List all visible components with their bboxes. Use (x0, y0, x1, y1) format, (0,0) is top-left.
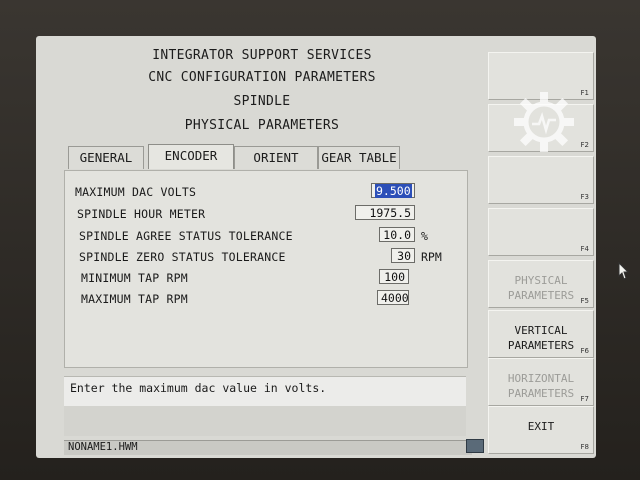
f5-number: F5 (580, 297, 589, 305)
f4-button[interactable]: F4 (488, 208, 594, 256)
tab-gear-table[interactable]: GEAR TABLE (318, 146, 400, 169)
f1-number: F1 (580, 89, 589, 97)
parameter-panel: MAXIMUM DAC VOLTS 9.500 SPINDLE HOUR MET… (64, 170, 468, 368)
message-bar: Enter the maximum dac value in volts. (64, 376, 466, 407)
tab-orient[interactable]: ORIENT (234, 146, 318, 169)
cursor-icon (618, 262, 630, 280)
f6-label: VERTICAL PARAMETERS (507, 324, 575, 352)
param-label-max-dac-volts: MAXIMUM DAC VOLTS (75, 185, 197, 199)
tab-general[interactable]: GENERAL (68, 146, 144, 169)
header-company: INTEGRATOR SUPPORT SERVICES (152, 48, 372, 63)
header-title: CNC CONFIGURATION PARAMETERS (148, 70, 376, 85)
f7-label: HORIZONTAL PARAMETERS (507, 372, 575, 400)
header-section: SPINDLE (233, 94, 291, 109)
f6-number: F6 (580, 347, 589, 355)
status-filename: NONAME1.HWM (68, 441, 138, 453)
physical-parameters-button[interactable]: PHYSICAL PARAMETERS F5 (488, 260, 594, 308)
cnc-screen: INTEGRATOR SUPPORT SERVICES CNC CONFIGUR… (36, 36, 630, 458)
f4-number: F4 (580, 245, 589, 253)
max-dac-volts-field[interactable]: 9.500 (371, 183, 415, 198)
tab-encoder[interactable]: ENCODER (148, 144, 234, 169)
f5-label: PHYSICAL PARAMETERS (507, 274, 575, 302)
help-message: Enter the maximum dac value in volts. (70, 381, 327, 395)
vertical-parameters-button[interactable]: VERTICAL PARAMETERS F6 (488, 310, 594, 358)
param-label-spindle-hour-meter: SPINDLE HOUR METER (77, 207, 206, 221)
agree-tolerance-unit: % (421, 229, 428, 243)
gear-icon (514, 92, 574, 152)
exit-button[interactable]: EXIT F8 (488, 406, 594, 454)
f7-number: F7 (580, 395, 589, 403)
max-dac-volts-value: 9.500 (375, 184, 412, 198)
param-label-max-tap-rpm: MAXIMUM TAP RPM (81, 292, 188, 306)
horizontal-parameters-button[interactable]: HORIZONTAL PARAMETERS F7 (488, 358, 594, 406)
agree-tolerance-field[interactable]: 10.0 (379, 227, 415, 242)
f8-label: EXIT (527, 420, 555, 433)
zero-tolerance-unit: RPM (421, 250, 442, 264)
param-label-min-tap-rpm: MINIMUM TAP RPM (81, 271, 188, 285)
f3-number: F3 (580, 193, 589, 201)
spindle-hour-meter-field[interactable]: 1975.5 (355, 205, 415, 220)
zero-tolerance-field[interactable]: 30 (391, 248, 415, 263)
param-label-agree-tolerance: SPINDLE AGREE STATUS TOLERANCE (79, 229, 293, 243)
message-area (64, 406, 466, 436)
status-bar: NONAME1.HWM (64, 440, 472, 455)
f3-button[interactable]: F3 (488, 156, 594, 204)
page-title: PHYSICAL PARAMETERS (184, 118, 340, 133)
f2-number: F2 (580, 141, 589, 149)
max-tap-rpm-field[interactable]: 4000 (377, 290, 409, 305)
keyboard-icon[interactable] (466, 439, 484, 453)
min-tap-rpm-field[interactable]: 100 (379, 269, 409, 284)
param-label-zero-tolerance: SPINDLE ZERO STATUS TOLERANCE (79, 250, 286, 264)
f8-number: F8 (580, 443, 589, 451)
